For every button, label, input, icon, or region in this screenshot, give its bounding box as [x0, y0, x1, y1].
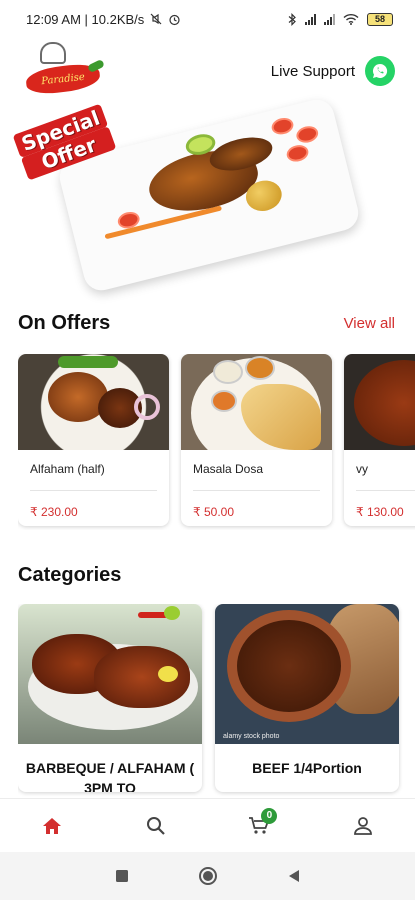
onion-rings: [134, 394, 160, 420]
recents-button[interactable]: [110, 864, 134, 888]
live-support-label: Live Support: [270, 62, 355, 80]
bottom-nav: 0: [0, 798, 415, 852]
offers-header: On Offers View all: [18, 312, 395, 335]
category-label: BEEF 1/4Portion: [252, 760, 362, 776]
home-tab[interactable]: [32, 806, 72, 846]
recents-icon: [115, 870, 128, 882]
offer-body: vy ₹ 130.00: [344, 450, 415, 519]
offer-image: [181, 354, 332, 450]
signal-icon: [324, 13, 335, 25]
battery-icon: 58: [367, 12, 393, 26]
status-time: 12:09 AM | 10.2KB/s: [26, 11, 145, 27]
search-icon: [146, 816, 165, 835]
home-icon: [42, 817, 61, 834]
offer-card[interactable]: Alfaham (half) ₹ 230.00: [18, 354, 169, 526]
category-image: alamy stock photo: [215, 604, 399, 744]
divider: [30, 490, 157, 491]
alarm-icon: [169, 14, 180, 25]
category-image: [18, 604, 202, 744]
search-tab[interactable]: [136, 806, 176, 846]
offer-name: Masala Dosa: [193, 462, 264, 476]
lettuce: [58, 356, 118, 368]
bluetooth-icon: [288, 12, 296, 26]
status-bar: 12:09 AM | 10.2KB/s 58: [0, 0, 415, 38]
home-button[interactable]: [196, 864, 220, 888]
categories-header: Categories: [18, 564, 395, 587]
category-card[interactable]: BARBEQUE / ALFAHAM ( 3PM TO: [18, 604, 202, 792]
wifi-icon: [343, 13, 359, 25]
signal-icon: [305, 13, 316, 25]
sambar-bowl: [245, 356, 275, 380]
offer-body: Alfaham (half) ₹ 230.00: [18, 450, 169, 519]
category-label: BARBEQUE / ALFAHAM ( 3PM TO: [25, 760, 195, 792]
status-left: 12:09 AM | 10.2KB/s: [26, 12, 181, 27]
whatsapp-icon[interactable]: [365, 56, 395, 86]
cart-tab[interactable]: 0: [239, 806, 279, 846]
offer-image: [18, 354, 169, 450]
sauce-bowl: [211, 390, 237, 412]
offer-image: [344, 354, 415, 450]
chutney-bowl: [213, 360, 243, 384]
offer-name: Alfaham (half): [30, 462, 105, 476]
categories-list[interactable]: BARBEQUE / ALFAHAM ( 3PM TO alamy stock …: [18, 604, 415, 800]
offer-name: vy: [356, 462, 368, 476]
offer-price: ₹ 50.00: [193, 505, 234, 519]
view-all-link[interactable]: View all: [344, 315, 395, 332]
status-right: 58: [288, 12, 393, 26]
offer-price: ₹ 130.00: [356, 505, 404, 519]
cart-count-badge: 0: [261, 807, 278, 824]
divider: [193, 490, 320, 491]
back-button[interactable]: [282, 864, 306, 888]
special-offer-banner[interactable]: Special Offer: [0, 95, 415, 295]
offers-title: On Offers: [18, 312, 111, 334]
offer-body: Masala Dosa ₹ 50.00: [181, 450, 332, 519]
categories-title: Categories: [18, 564, 122, 586]
back-icon: [288, 870, 299, 882]
logo-text: Paradise: [40, 71, 86, 87]
paradise-logo[interactable]: Paradise: [24, 42, 105, 100]
system-nav-bar: [0, 852, 415, 900]
tomato-slice: [269, 115, 296, 137]
offer-card[interactable]: vy ₹ 130.00: [344, 354, 415, 526]
app-header: Paradise Live Support: [0, 38, 415, 104]
tomato-slice: [284, 142, 311, 164]
offers-list[interactable]: Alfaham (half) ₹ 230.00 Masala Dosa ₹ 50…: [18, 354, 415, 530]
home-circle-icon: [198, 867, 217, 885]
lemon: [158, 666, 178, 682]
category-card[interactable]: alamy stock photo BEEF 1/4Portion: [215, 604, 399, 792]
live-support-button[interactable]: Live Support: [271, 56, 395, 86]
beef-fry: [237, 620, 341, 712]
tomato-slice: [294, 124, 320, 145]
mute-icon: [150, 13, 162, 25]
divider: [356, 490, 415, 491]
lime-garnish: [164, 606, 180, 620]
curry-bowl: [354, 360, 415, 446]
profile-tab[interactable]: [343, 806, 383, 846]
offer-card[interactable]: Masala Dosa ₹ 50.00: [181, 354, 332, 526]
profile-icon: [354, 816, 373, 835]
offer-price: ₹ 230.00: [30, 505, 78, 519]
image-watermark: alamy stock photo: [223, 733, 280, 740]
chef-hat-icon: [40, 42, 66, 64]
